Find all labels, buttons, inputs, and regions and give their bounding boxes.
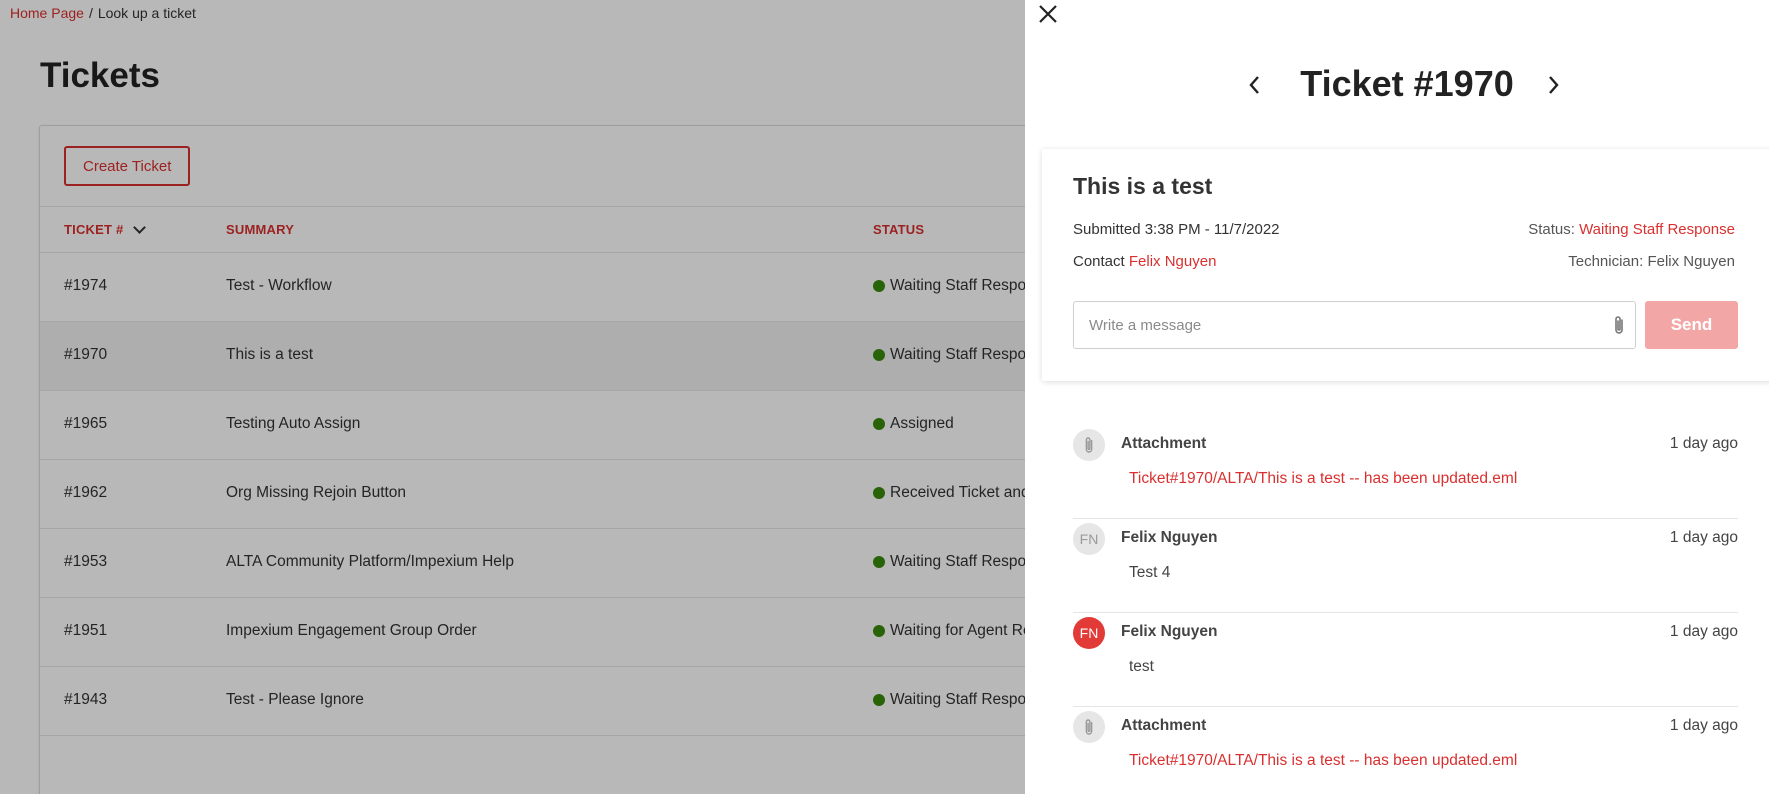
feed-time: 1 day ago bbox=[1669, 529, 1738, 546]
ticket-title: Ticket #1970 bbox=[1300, 63, 1514, 104]
feed-item-attachment: Attachment 1 day ago Ticket#1970/ALTA/Th… bbox=[1073, 425, 1738, 519]
feed-author: Felix Nguyen bbox=[1121, 623, 1218, 640]
technician-line: Technician: Felix Nguyen bbox=[1568, 253, 1735, 270]
ticket-info-card: This is a test Submitted 3:38 PM - 11/7/… bbox=[1042, 149, 1769, 381]
chevron-right-icon[interactable] bbox=[1541, 72, 1565, 98]
message-input[interactable] bbox=[1073, 301, 1636, 349]
contact-line: Contact Felix Nguyen bbox=[1073, 253, 1216, 270]
attachment-link[interactable]: Ticket#1970/ALTA/This is a test -- has b… bbox=[1129, 470, 1517, 488]
avatar: FN bbox=[1073, 617, 1105, 649]
submitted-date: Submitted 3:38 PM - 11/7/2022 bbox=[1073, 221, 1280, 238]
avatar: FN bbox=[1073, 523, 1105, 555]
feed-time: 1 day ago bbox=[1669, 623, 1738, 640]
feed-time: 1 day ago bbox=[1669, 717, 1738, 734]
feed-message-text: Test 4 bbox=[1129, 564, 1171, 581]
contact-link[interactable]: Felix Nguyen bbox=[1129, 253, 1217, 270]
attachment-link[interactable]: Ticket#1970/ALTA/This is a test -- has b… bbox=[1129, 752, 1517, 770]
feed-author: Attachment bbox=[1121, 717, 1207, 734]
paperclip-icon bbox=[1073, 711, 1105, 743]
feed-item-message: FN Felix Nguyen 1 day ago test bbox=[1073, 613, 1738, 707]
feed-time: 1 day ago bbox=[1669, 435, 1738, 452]
close-icon[interactable] bbox=[1036, 2, 1060, 26]
feed-item-attachment: Attachment 1 day ago Ticket#1970/ALTA/Th… bbox=[1073, 707, 1738, 794]
ticket-status-line: Status: Waiting Staff Response bbox=[1528, 221, 1735, 238]
ticket-detail-panel: Ticket #1970 This is a test Submitted 3:… bbox=[1025, 0, 1769, 794]
send-button[interactable]: Send bbox=[1645, 301, 1738, 349]
feed-author: Felix Nguyen bbox=[1121, 529, 1218, 546]
feed-message-text: test bbox=[1129, 658, 1154, 675]
status-value: Waiting Staff Response bbox=[1579, 221, 1735, 238]
activity-feed: Attachment 1 day ago Ticket#1970/ALTA/Th… bbox=[1073, 425, 1738, 794]
status-label: Status: bbox=[1528, 221, 1575, 238]
feed-item-message: FN Felix Nguyen 1 day ago Test 4 bbox=[1073, 519, 1738, 613]
paperclip-icon bbox=[1073, 429, 1105, 461]
contact-label: Contact bbox=[1073, 253, 1125, 270]
paperclip-icon[interactable] bbox=[1611, 314, 1627, 336]
ticket-subject: This is a test bbox=[1073, 173, 1213, 199]
feed-author: Attachment bbox=[1121, 435, 1207, 452]
